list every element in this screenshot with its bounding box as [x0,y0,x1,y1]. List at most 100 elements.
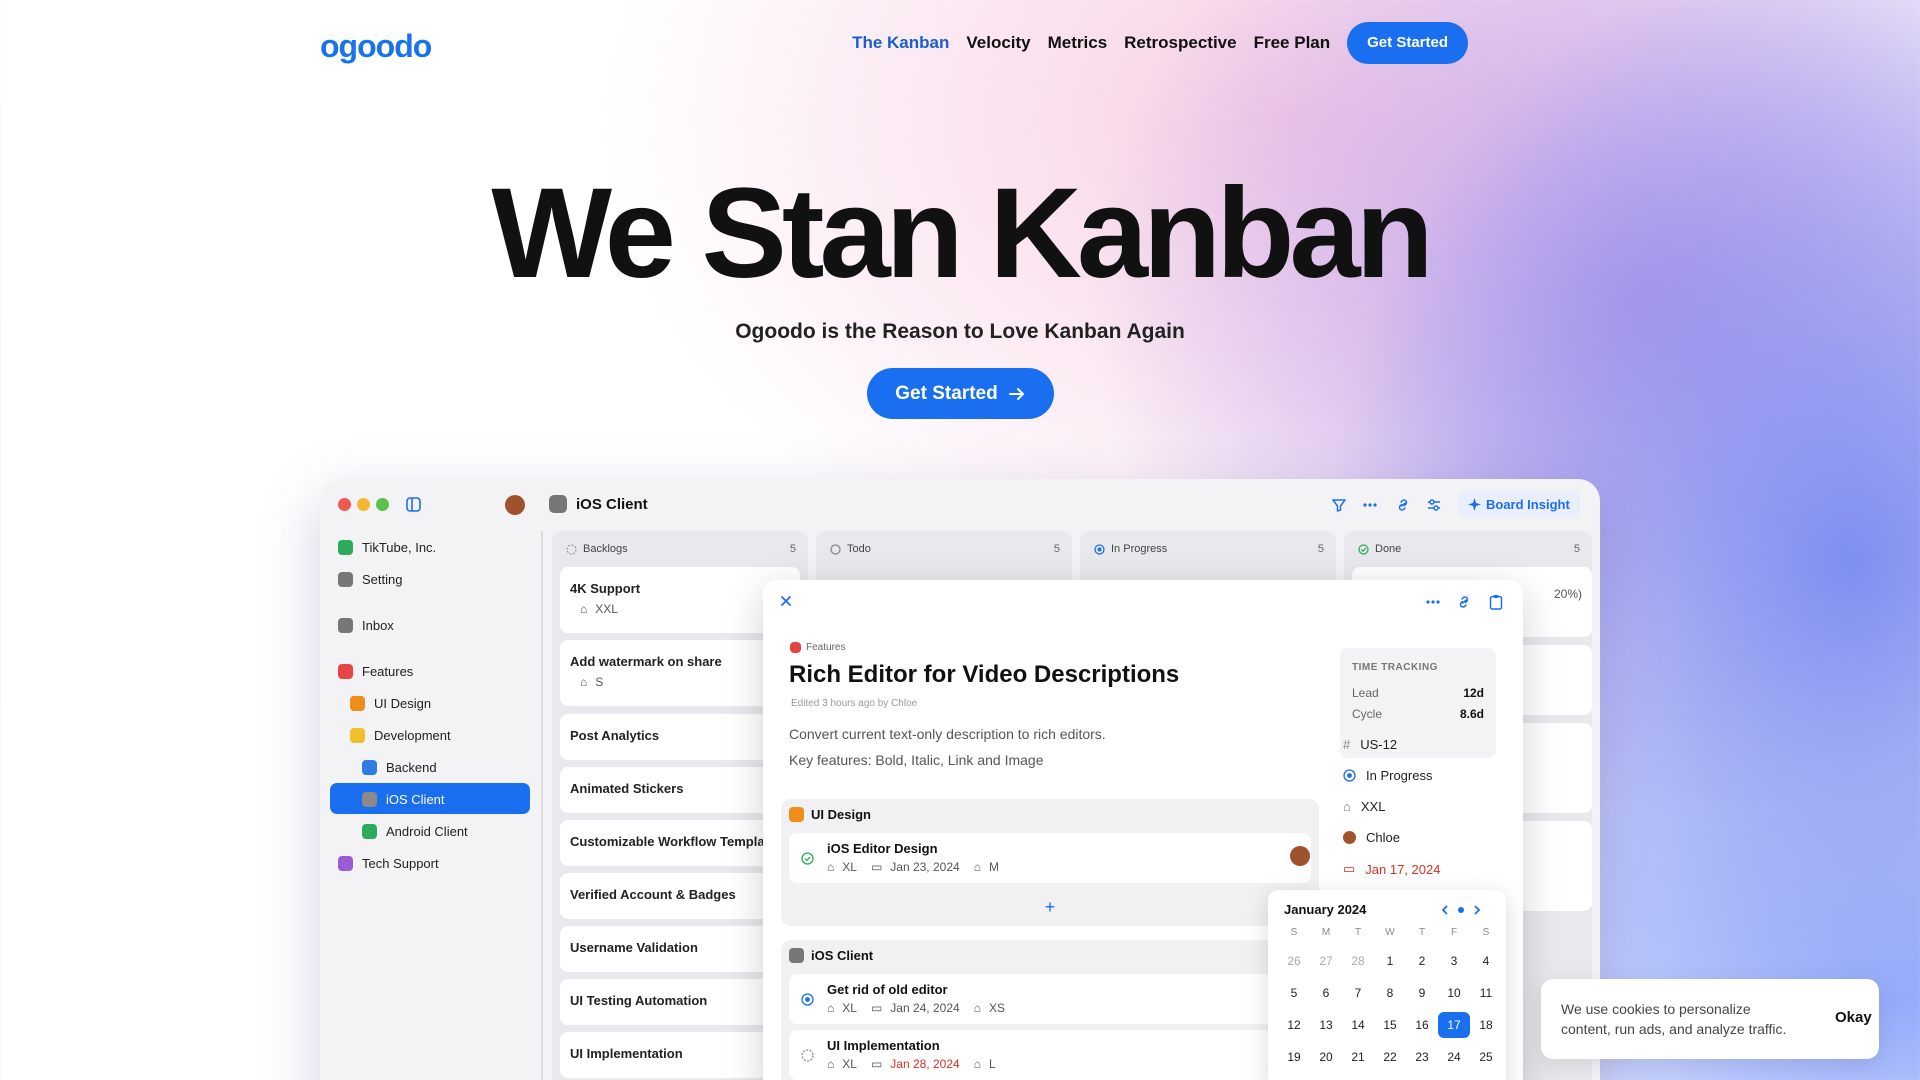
window-close-dot[interactable] [338,498,351,511]
calendar-day[interactable]: 7 [1342,980,1374,1006]
chevron-left-icon[interactable] [1440,904,1450,916]
filter-icon[interactable] [1331,497,1347,513]
calendar-day[interactable]: 16 [1406,1012,1438,1038]
subtask-row[interactable]: iOS Editor Design ⌂ XL ▭ Jan 23, 2024 ⌂ M [789,833,1311,883]
nav-velocity[interactable]: Velocity [966,33,1030,53]
modal-title: Rich Editor for Video Descriptions [789,661,1180,688]
calendar-day[interactable]: 15 [1374,1012,1406,1038]
calendar-icon: ▭ [870,1057,883,1071]
user-avatar[interactable] [505,495,525,515]
done-status-icon [801,852,814,865]
subtask-row[interactable]: Get rid of old editor ⌂ XL ▭ Jan 24, 2024 … [789,974,1273,1024]
calendar-day[interactable]: 20 [1310,1044,1342,1070]
subtask-date: Jan 24, 2024 [890,1001,960,1015]
close-icon[interactable] [779,594,793,608]
detail-status-value: In Progress [1366,768,1433,783]
link-icon[interactable] [1395,497,1411,513]
detail-status[interactable]: In Progress [1343,768,1432,783]
subtask-row[interactable]: UI Implementation ⌂ XL ▭ Jan 28, 2024 ⌂ L [789,1030,1273,1080]
calendar-day[interactable]: 8 [1374,980,1406,1006]
calendar-day[interactable]: 9 [1406,980,1438,1006]
calendar-day[interactable]: 12 [1278,1012,1310,1038]
column-header: Backlogs [566,543,628,555]
cycle-value: 8.6d [1459,707,1484,721]
detail-due-date[interactable]: ▭ Jan 17, 2024 [1343,861,1440,877]
todo-status-icon [830,543,841,555]
hero-subtitle: Ogoodo is the Reason to Love Kanban Agai… [735,320,1185,343]
calendar-day[interactable]: 26 [1278,948,1310,974]
lead-label: Lead [1352,686,1379,700]
window-minimize-dot[interactable] [357,498,370,511]
more-icon[interactable] [1363,503,1377,507]
hero-title: We Stan Kanban [491,162,1434,305]
gift-icon [338,663,353,679]
detail-assignee-value: Chloe [1366,830,1400,845]
card-title: UI Implementation [570,1046,683,1061]
calendar-day[interactable]: 10 [1438,980,1470,1006]
sidebar-label: Android Client [386,823,468,839]
nav-retrospective[interactable]: Retrospective [1124,33,1236,53]
todo-status-icon [801,1049,814,1062]
detail-assignee[interactable]: Chloe [1343,830,1400,845]
calendar-day[interactable]: 11 [1470,980,1502,1006]
chevron-right-icon[interactable] [1472,904,1482,916]
calendar-day[interactable]: 19 [1278,1044,1310,1070]
calendar-day[interactable]: 2 [1406,948,1438,974]
detail-id[interactable]: # US-12 [1343,737,1397,752]
more-icon[interactable] [1426,600,1440,604]
calendar-day[interactable]: 22 [1374,1044,1406,1070]
ogoodo-logo[interactable]: ogoodo [320,28,432,65]
calendar-day[interactable]: 6 [1310,980,1342,1006]
nav-metrics[interactable]: Metrics [1048,33,1108,53]
detail-size-value: XXL [1360,799,1386,814]
calendar-day[interactable]: 25 [1470,1044,1502,1070]
sidebar-item-features[interactable]: Features [338,658,413,684]
sparkle-icon [1468,497,1481,511]
sidebar-item-tech-support[interactable]: Tech Support [338,850,439,876]
sidebar-item-inbox[interactable]: Inbox [338,612,394,638]
calendar-day[interactable]: 21 [1342,1044,1374,1070]
today-dot-icon[interactable] [1458,907,1464,913]
nav-get-started-button[interactable]: Get Started [1347,22,1468,64]
sidebar-item-ios-client[interactable]: iOS Client [362,786,445,812]
sidebar-item-android-client[interactable]: Android Client [362,818,468,844]
nav-free-plan[interactable]: Free Plan [1254,33,1331,53]
calendar-day[interactable]: 3 [1438,948,1470,974]
detail-size[interactable]: ⌂ XXL [1343,799,1385,814]
sidebar-item-development[interactable]: Development [350,722,451,748]
sidebar-item-ui-design[interactable]: UI Design [350,690,431,716]
add-subtask-button[interactable]: + [781,897,1319,918]
cookie-okay-button[interactable]: Okay [1835,1009,1872,1026]
calendar-day[interactable]: 4 [1470,948,1502,974]
calendar-day[interactable]: 27 [1310,948,1342,974]
calendar-day[interactable]: 17 [1438,1012,1470,1038]
calendar-day[interactable]: 18 [1470,1012,1502,1038]
calendar-day[interactable]: 5 [1278,980,1310,1006]
window-zoom-dot[interactable] [376,498,389,511]
calendar-day[interactable]: 28 [1342,948,1374,974]
sidebar-item-setting[interactable]: Setting [338,566,402,592]
ui-design-icon [789,807,804,822]
calendar-day[interactable]: 23 [1406,1044,1438,1070]
nav-the-kanban[interactable]: The Kanban [852,33,949,53]
subtask-tag: M [988,860,999,874]
sidebar-label: Features [362,663,414,679]
subtask-section-ui-design: UI Design iOS Editor Design ⌂ XL ▭ Jan 23,… [781,799,1319,926]
card-title: Animated Stickers [570,781,684,796]
board-insight-button[interactable]: Board Insight [1458,491,1580,517]
hero-get-started-button[interactable]: Get Started [867,368,1054,419]
link-icon[interactable] [1456,594,1472,610]
calendar-day[interactable]: 13 [1310,1012,1342,1038]
calendar-day[interactable]: 1 [1374,948,1406,974]
sidebar-item-backend[interactable]: Backend [362,754,437,780]
clipboard-icon[interactable] [1489,594,1503,610]
sidebar-item-tiktube[interactable]: TikTube, Inc. [338,534,436,560]
ios-client-icon [549,495,567,513]
sidebar-toggle-icon[interactable] [406,497,421,512]
calendar-day[interactable]: 24 [1438,1044,1470,1070]
calendar-day[interactable]: 14 [1342,1012,1374,1038]
settings-sliders-icon[interactable] [1426,497,1442,513]
detail-due-value: Jan 17, 2024 [1365,861,1441,877]
sidebar-label: iOS Client [386,791,445,807]
tshirt-icon: ⌂ [973,1001,981,1015]
